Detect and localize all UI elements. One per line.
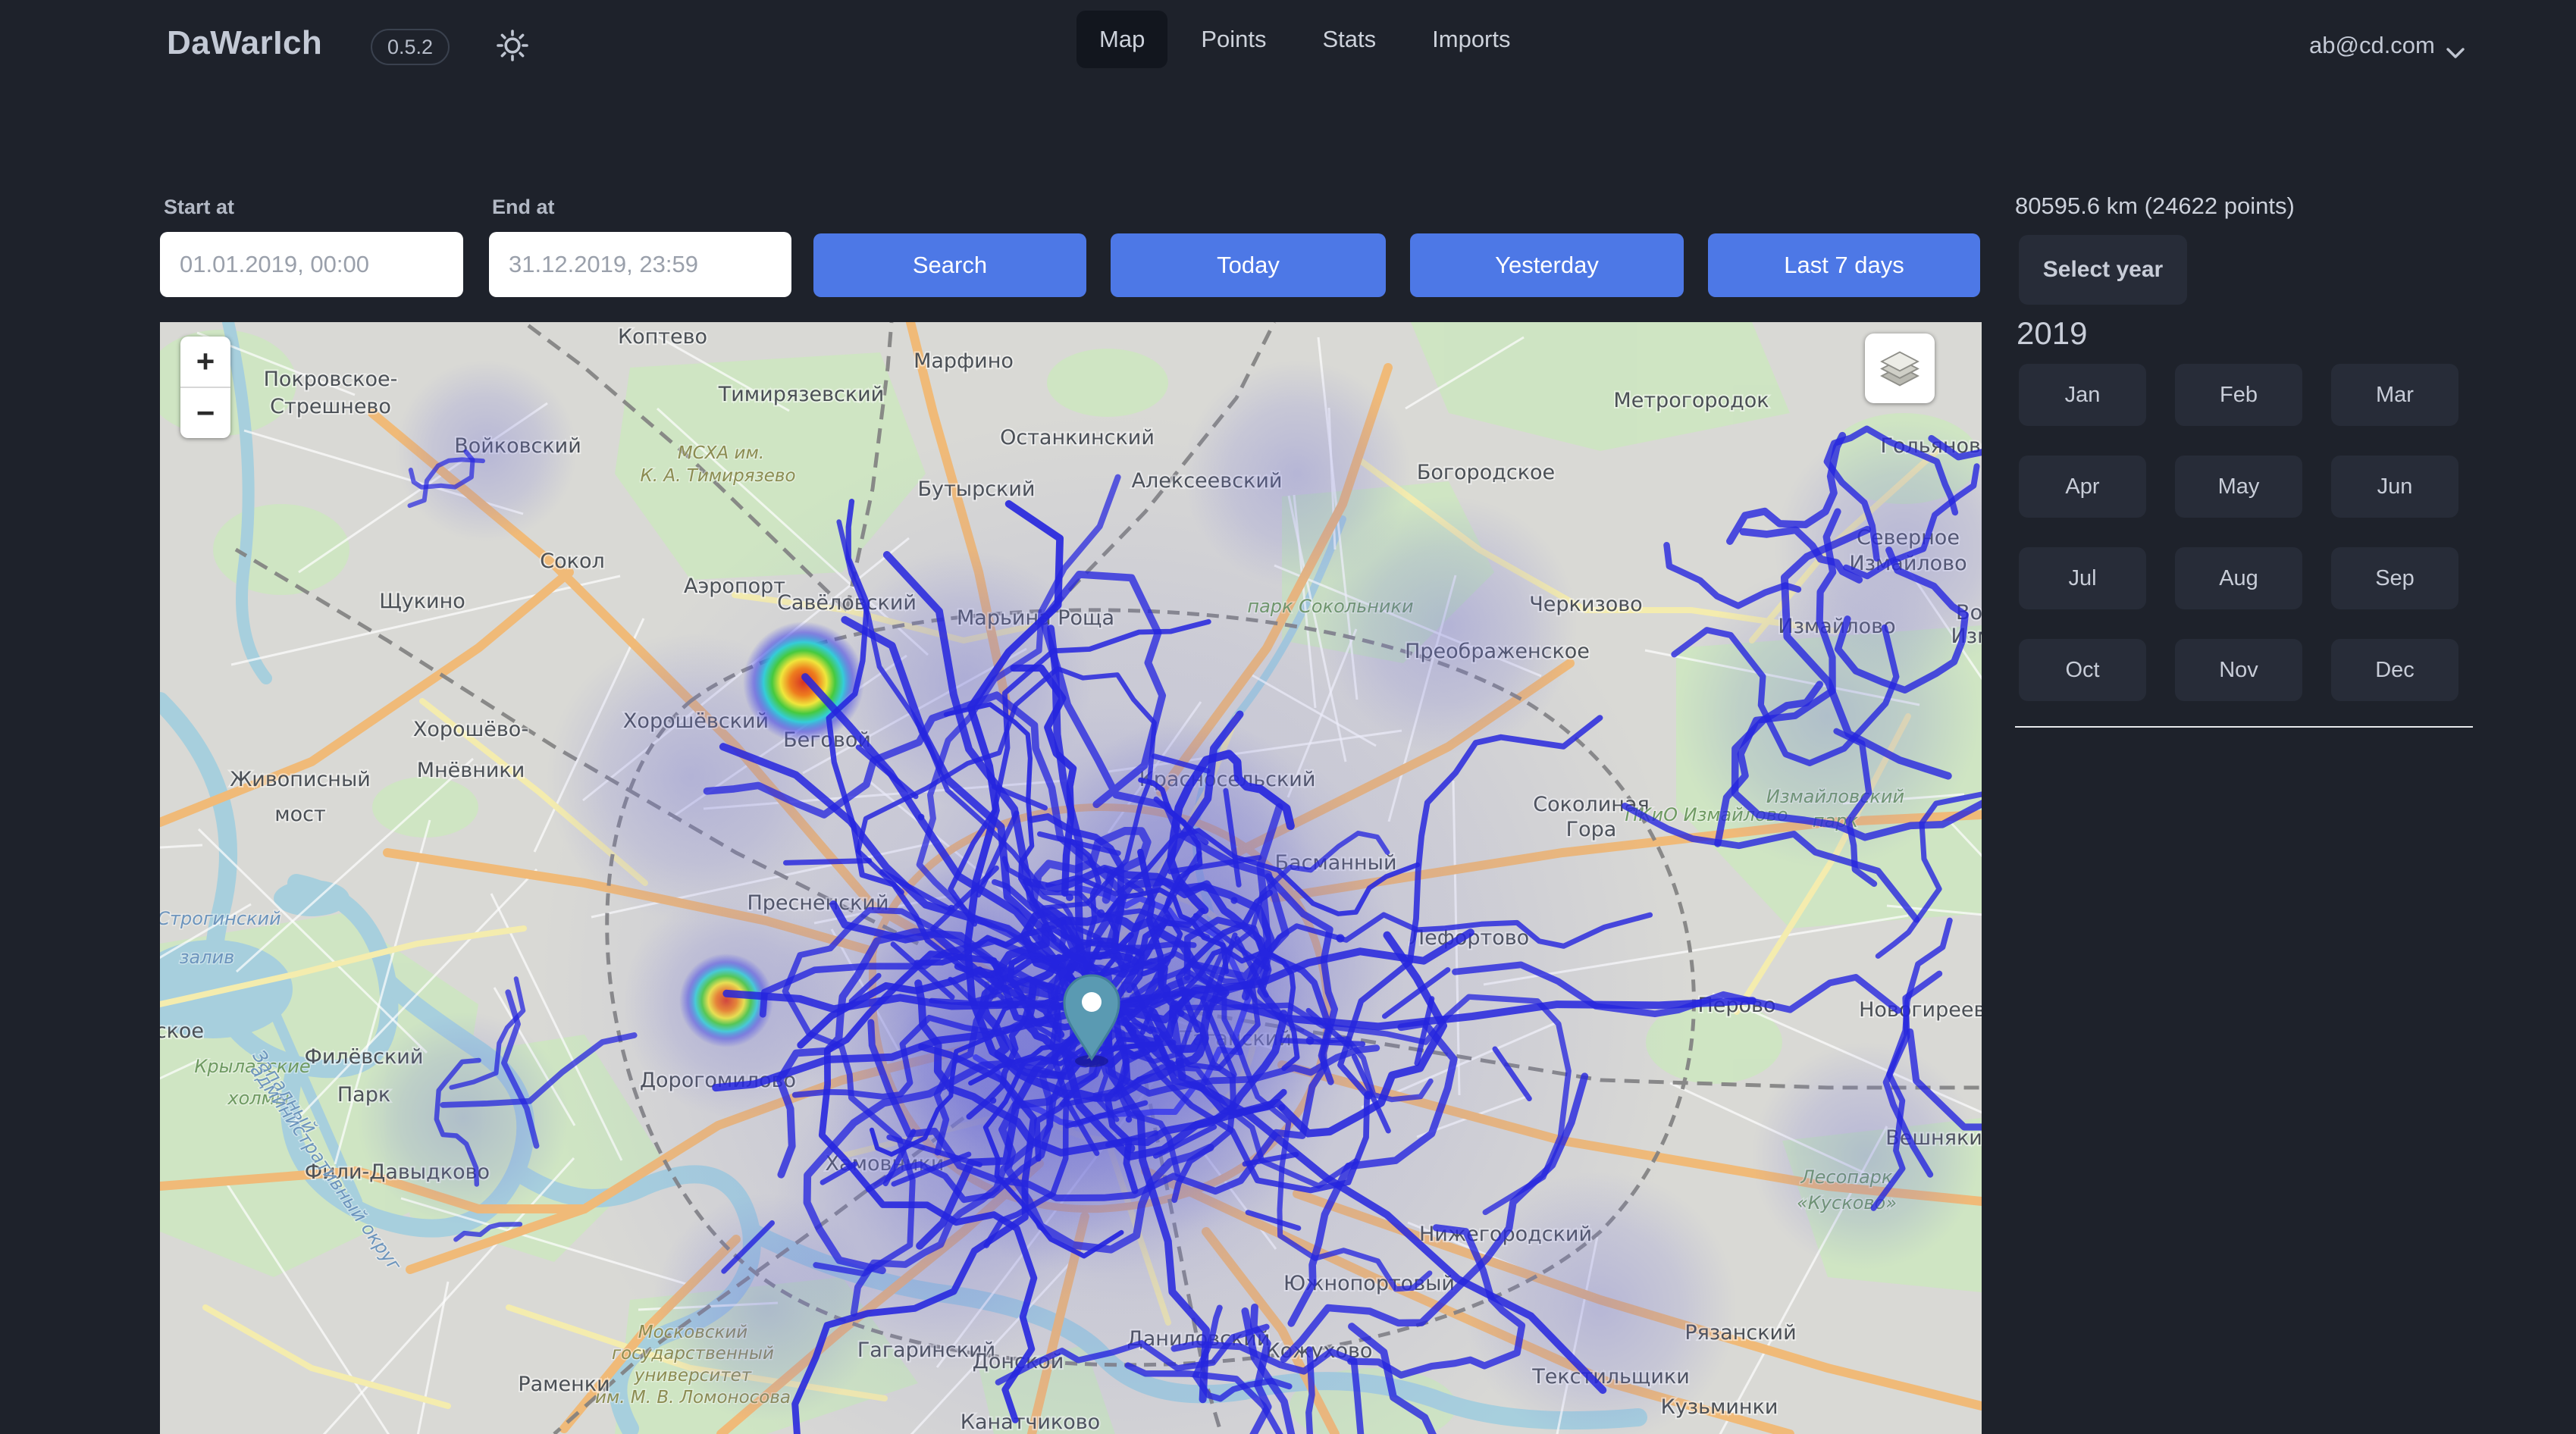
user-email: ab@cd.com bbox=[2309, 32, 2435, 59]
map-label: Живописный bbox=[230, 768, 371, 791]
nav-tab-points[interactable]: Points bbox=[1178, 11, 1289, 68]
map-label: Тимирязевский bbox=[718, 383, 884, 406]
map-label: Марфино bbox=[914, 349, 1014, 373]
end-at-input[interactable] bbox=[489, 232, 791, 297]
zoom-out-button[interactable]: − bbox=[180, 388, 230, 438]
map-label: Щукино bbox=[379, 590, 465, 613]
main-nav: MapPointsStatsImports bbox=[1076, 11, 1534, 68]
map-label: Коптево bbox=[618, 325, 707, 349]
last-7-days-button[interactable]: Last 7 days bbox=[1708, 233, 1980, 297]
dawarich-app: DaWarIch 0.5.2 MapPointsStatsImports ab@… bbox=[0, 0, 2576, 1434]
month-button-apr[interactable]: Apr bbox=[2019, 456, 2146, 518]
month-button-dec[interactable]: Dec bbox=[2331, 639, 2458, 701]
month-button-mar[interactable]: Mar bbox=[2331, 364, 2458, 426]
map-label: МСХА им. bbox=[678, 443, 764, 463]
theme-sun-icon[interactable] bbox=[494, 27, 531, 64]
start-at-label: Start at bbox=[164, 196, 234, 219]
select-year-button[interactable]: Select year bbox=[2019, 235, 2187, 305]
yesterday-button[interactable]: Yesterday bbox=[1410, 233, 1684, 297]
chevron-down-icon bbox=[2446, 39, 2465, 52]
month-button-jun[interactable]: Jun bbox=[2331, 456, 2458, 518]
map-label: тское bbox=[160, 1019, 204, 1043]
month-button-sep[interactable]: Sep bbox=[2331, 547, 2458, 609]
end-at-label: End at bbox=[492, 196, 555, 219]
map-zoom-control: + − bbox=[180, 337, 230, 438]
map-label: Новогиреево bbox=[1859, 998, 1982, 1022]
month-button-aug[interactable]: Aug bbox=[2175, 547, 2302, 609]
distance-summary: 80595.6 km (24622 points) bbox=[2015, 193, 2295, 220]
map-label: залив bbox=[180, 947, 235, 968]
nav-tab-stats[interactable]: Stats bbox=[1299, 11, 1399, 68]
map-label: Хорошёво- bbox=[413, 718, 528, 741]
map-label: Стрешнево bbox=[270, 395, 391, 418]
month-button-jul[interactable]: Jul bbox=[2019, 547, 2146, 609]
search-button[interactable]: Search bbox=[813, 233, 1086, 297]
map-label: Метрогородок bbox=[1613, 389, 1769, 412]
month-button-feb[interactable]: Feb bbox=[2175, 364, 2302, 426]
sidebar-divider bbox=[2015, 726, 2473, 728]
layers-icon bbox=[1876, 345, 1923, 392]
map-graphics: Коптево Покровское- Стрешнево Тимирязевский… bbox=[160, 322, 1982, 1434]
month-button-may[interactable]: May bbox=[2175, 456, 2302, 518]
version-badge: 0.5.2 bbox=[371, 29, 450, 65]
map-label: Строгинский bbox=[160, 908, 281, 929]
month-button-jan[interactable]: Jan bbox=[2019, 364, 2146, 426]
zoom-in-button[interactable]: + bbox=[180, 337, 230, 387]
user-menu[interactable]: ab@cd.com bbox=[2309, 32, 2465, 59]
month-button-oct[interactable]: Oct bbox=[2019, 639, 2146, 701]
start-at-input[interactable] bbox=[160, 232, 463, 297]
map-layers-button[interactable] bbox=[1865, 333, 1935, 403]
map-label: К. А. Тимирязево bbox=[640, 466, 795, 486]
map-label: Покровское- bbox=[264, 368, 398, 391]
map-label: Богородское bbox=[1417, 461, 1555, 484]
month-button-nov[interactable]: Nov bbox=[2175, 639, 2302, 701]
months-grid: Jan Feb Mar Apr May Jun Jul Aug Sep Oct Nov Dec bbox=[2019, 364, 2458, 701]
year-heading: 2019 bbox=[2017, 315, 2087, 352]
map-label: Мнёвники bbox=[417, 759, 525, 782]
filter-actions: Search Today Yesterday Last 7 days bbox=[813, 233, 1980, 297]
app-logo[interactable]: DaWarIch bbox=[167, 24, 322, 62]
map-label: Сокол bbox=[540, 549, 604, 573]
map-canvas[interactable]: Коптево Покровское- Стрешнево Тимирязевский… bbox=[160, 322, 1982, 1434]
nav-tab-map[interactable]: Map bbox=[1076, 11, 1167, 68]
map-label: мост bbox=[274, 803, 325, 826]
nav-tab-imports[interactable]: Imports bbox=[1409, 11, 1533, 68]
today-button[interactable]: Today bbox=[1111, 233, 1386, 297]
